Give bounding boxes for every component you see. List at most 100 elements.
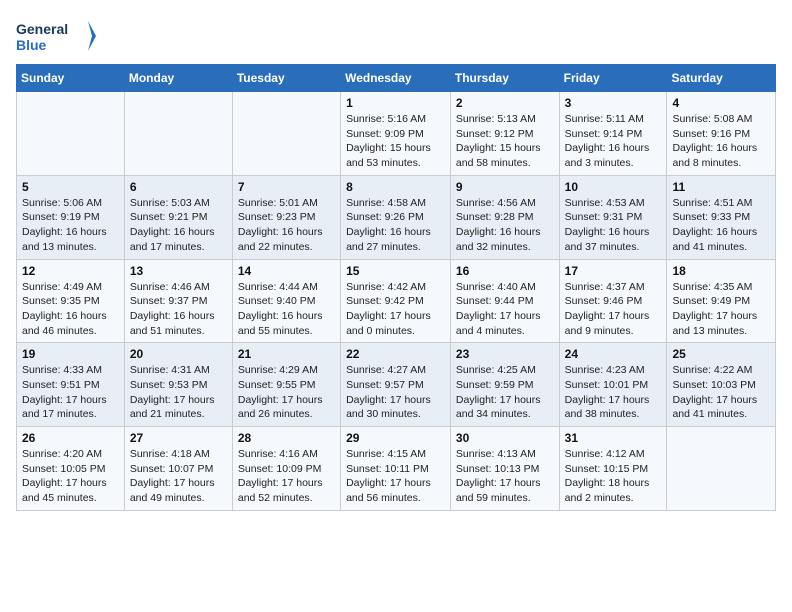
day-number: 24 bbox=[565, 347, 662, 361]
calendar-day-cell: 3Sunrise: 5:11 AMSunset: 9:14 PMDaylight… bbox=[559, 92, 667, 176]
day-number: 31 bbox=[565, 431, 662, 445]
calendar-day-cell: 2Sunrise: 5:13 AMSunset: 9:12 PMDaylight… bbox=[450, 92, 559, 176]
day-info: Sunrise: 5:03 AMSunset: 9:21 PMDaylight:… bbox=[130, 196, 227, 255]
calendar-week-row: 26 Sunrise: 4:20 AMSunset: 10:05 PMDaylig… bbox=[17, 427, 776, 511]
day-info: Sunrise: 4:23 AMSunset: 10:01 PMDaylight… bbox=[565, 363, 662, 422]
calendar-day-cell: 1Sunrise: 5:16 AMSunset: 9:09 PMDaylight… bbox=[341, 92, 451, 176]
calendar-day-cell: 14 Sunrise: 4:44 AMSunset: 9:40 PMDayligh… bbox=[232, 259, 340, 343]
day-number: 14 bbox=[238, 264, 335, 278]
calendar-day-cell: 17 Sunrise: 4:37 AMSunset: 9:46 PMDayligh… bbox=[559, 259, 667, 343]
day-info: Sunrise: 4:16 AMSunset: 10:09 PMDaylight… bbox=[238, 447, 335, 506]
day-number: 3 bbox=[565, 96, 662, 110]
day-info: Sunrise: 4:29 AMSunset: 9:55 PMDaylight:… bbox=[238, 363, 335, 422]
day-info: Sunrise: 4:20 AMSunset: 10:05 PMDaylight… bbox=[22, 447, 119, 506]
day-number: 30 bbox=[456, 431, 554, 445]
calendar-day-cell: 29 Sunrise: 4:15 AMSunset: 10:11 PMDaylig… bbox=[341, 427, 451, 511]
day-number: 20 bbox=[130, 347, 227, 361]
calendar-day-cell: 24 Sunrise: 4:23 AMSunset: 10:01 PMDaylig… bbox=[559, 343, 667, 427]
calendar-day-cell: 26 Sunrise: 4:20 AMSunset: 10:05 PMDaylig… bbox=[17, 427, 125, 511]
day-number: 19 bbox=[22, 347, 119, 361]
day-number: 6 bbox=[130, 180, 227, 194]
day-number: 18 bbox=[672, 264, 770, 278]
day-number: 23 bbox=[456, 347, 554, 361]
logo: General Blue bbox=[16, 16, 96, 56]
day-number: 27 bbox=[130, 431, 227, 445]
day-number: 10 bbox=[565, 180, 662, 194]
day-info: Sunrise: 4:35 AMSunset: 9:49 PMDaylight:… bbox=[672, 280, 770, 339]
day-number: 17 bbox=[565, 264, 662, 278]
logo-svg: General Blue bbox=[16, 16, 96, 56]
calendar-table: SundayMondayTuesdayWednesdayThursdayFrid… bbox=[16, 64, 776, 511]
day-of-week-row: SundayMondayTuesdayWednesdayThursdayFrid… bbox=[17, 65, 776, 92]
dow-header: Thursday bbox=[450, 65, 559, 92]
day-number: 12 bbox=[22, 264, 119, 278]
calendar-day-cell: 23 Sunrise: 4:25 AMSunset: 9:59 PMDayligh… bbox=[450, 343, 559, 427]
calendar-day-cell: 30 Sunrise: 4:13 AMSunset: 10:13 PMDaylig… bbox=[450, 427, 559, 511]
calendar-week-row: 12Sunrise: 4:49 AMSunset: 9:35 PMDayligh… bbox=[17, 259, 776, 343]
calendar-day-cell: 7 Sunrise: 5:01 AMSunset: 9:23 PMDaylight… bbox=[232, 175, 340, 259]
calendar-day-cell: 31 Sunrise: 4:12 AMSunset: 10:15 PMDaylig… bbox=[559, 427, 667, 511]
calendar-day-cell: 21 Sunrise: 4:29 AMSunset: 9:55 PMDayligh… bbox=[232, 343, 340, 427]
day-info: Sunrise: 4:18 AMSunset: 10:07 PMDaylight… bbox=[130, 447, 227, 506]
day-info: Sunrise: 4:31 AMSunset: 9:53 PMDaylight:… bbox=[130, 363, 227, 422]
calendar-day-cell: 27 Sunrise: 4:18 AMSunset: 10:07 PMDaylig… bbox=[124, 427, 232, 511]
day-number: 4 bbox=[672, 96, 770, 110]
calendar-day-cell: 13Sunrise: 4:46 AMSunset: 9:37 PMDayligh… bbox=[124, 259, 232, 343]
calendar-day-cell: 25Sunrise: 4:22 AMSunset: 10:03 PMDaylig… bbox=[667, 343, 776, 427]
calendar-day-cell: 19Sunrise: 4:33 AMSunset: 9:51 PMDayligh… bbox=[17, 343, 125, 427]
day-info: Sunrise: 4:27 AMSunset: 9:57 PMDaylight:… bbox=[346, 363, 445, 422]
day-info: Sunrise: 4:51 AMSunset: 9:33 PMDaylight:… bbox=[672, 196, 770, 255]
day-number: 5 bbox=[22, 180, 119, 194]
day-info: Sunrise: 4:25 AMSunset: 9:59 PMDaylight:… bbox=[456, 363, 554, 422]
day-info: Sunrise: 4:58 AMSunset: 9:26 PMDaylight:… bbox=[346, 196, 445, 255]
day-info: Sunrise: 4:40 AMSunset: 9:44 PMDaylight:… bbox=[456, 280, 554, 339]
dow-header: Saturday bbox=[667, 65, 776, 92]
day-info: Sunrise: 4:22 AMSunset: 10:03 PMDaylight… bbox=[672, 363, 770, 422]
svg-text:Blue: Blue bbox=[16, 37, 47, 53]
day-info: Sunrise: 4:44 AMSunset: 9:40 PMDaylight:… bbox=[238, 280, 335, 339]
day-info: Sunrise: 5:08 AMSunset: 9:16 PMDaylight:… bbox=[672, 112, 770, 171]
dow-header: Tuesday bbox=[232, 65, 340, 92]
calendar-day-cell: 11Sunrise: 4:51 AMSunset: 9:33 PMDayligh… bbox=[667, 175, 776, 259]
calendar-day-cell: 10Sunrise: 4:53 AMSunset: 9:31 PMDayligh… bbox=[559, 175, 667, 259]
day-number: 7 bbox=[238, 180, 335, 194]
day-number: 16 bbox=[456, 264, 554, 278]
calendar-day-cell: 9Sunrise: 4:56 AMSunset: 9:28 PMDaylight… bbox=[450, 175, 559, 259]
dow-header: Friday bbox=[559, 65, 667, 92]
calendar-day-cell bbox=[124, 92, 232, 176]
day-number: 2 bbox=[456, 96, 554, 110]
page-header: General Blue bbox=[16, 16, 776, 56]
day-number: 29 bbox=[346, 431, 445, 445]
calendar-day-cell: 20 Sunrise: 4:31 AMSunset: 9:53 PMDayligh… bbox=[124, 343, 232, 427]
calendar-body: 1Sunrise: 5:16 AMSunset: 9:09 PMDaylight… bbox=[17, 92, 776, 511]
day-info: Sunrise: 4:37 AMSunset: 9:46 PMDaylight:… bbox=[565, 280, 662, 339]
day-number: 22 bbox=[346, 347, 445, 361]
day-info: Sunrise: 5:01 AMSunset: 9:23 PMDaylight:… bbox=[238, 196, 335, 255]
day-number: 15 bbox=[346, 264, 445, 278]
day-info: Sunrise: 4:15 AMSunset: 10:11 PMDaylight… bbox=[346, 447, 445, 506]
calendar-day-cell: 12Sunrise: 4:49 AMSunset: 9:35 PMDayligh… bbox=[17, 259, 125, 343]
calendar-week-row: 1Sunrise: 5:16 AMSunset: 9:09 PMDaylight… bbox=[17, 92, 776, 176]
svg-text:General: General bbox=[16, 21, 68, 37]
calendar-day-cell: 28 Sunrise: 4:16 AMSunset: 10:09 PMDaylig… bbox=[232, 427, 340, 511]
day-number: 9 bbox=[456, 180, 554, 194]
day-info: Sunrise: 4:42 AMSunset: 9:42 PMDaylight:… bbox=[346, 280, 445, 339]
calendar-day-cell: 18 Sunrise: 4:35 AMSunset: 9:49 PMDayligh… bbox=[667, 259, 776, 343]
day-number: 28 bbox=[238, 431, 335, 445]
calendar-day-cell: 22 Sunrise: 4:27 AMSunset: 9:57 PMDayligh… bbox=[341, 343, 451, 427]
day-number: 8 bbox=[346, 180, 445, 194]
calendar-day-cell: 6 Sunrise: 5:03 AMSunset: 9:21 PMDaylight… bbox=[124, 175, 232, 259]
day-info: Sunrise: 4:12 AMSunset: 10:15 PMDaylight… bbox=[565, 447, 662, 506]
dow-header: Wednesday bbox=[341, 65, 451, 92]
calendar-week-row: 19Sunrise: 4:33 AMSunset: 9:51 PMDayligh… bbox=[17, 343, 776, 427]
calendar-day-cell: 4 Sunrise: 5:08 AMSunset: 9:16 PMDaylight… bbox=[667, 92, 776, 176]
day-info: Sunrise: 5:06 AMSunset: 9:19 PMDaylight:… bbox=[22, 196, 119, 255]
day-info: Sunrise: 4:13 AMSunset: 10:13 PMDaylight… bbox=[456, 447, 554, 506]
day-number: 1 bbox=[346, 96, 445, 110]
day-number: 26 bbox=[22, 431, 119, 445]
calendar-day-cell bbox=[232, 92, 340, 176]
calendar-day-cell: 5 Sunrise: 5:06 AMSunset: 9:19 PMDaylight… bbox=[17, 175, 125, 259]
calendar-day-cell: 8 Sunrise: 4:58 AMSunset: 9:26 PMDaylight… bbox=[341, 175, 451, 259]
day-number: 21 bbox=[238, 347, 335, 361]
calendar-day-cell bbox=[17, 92, 125, 176]
